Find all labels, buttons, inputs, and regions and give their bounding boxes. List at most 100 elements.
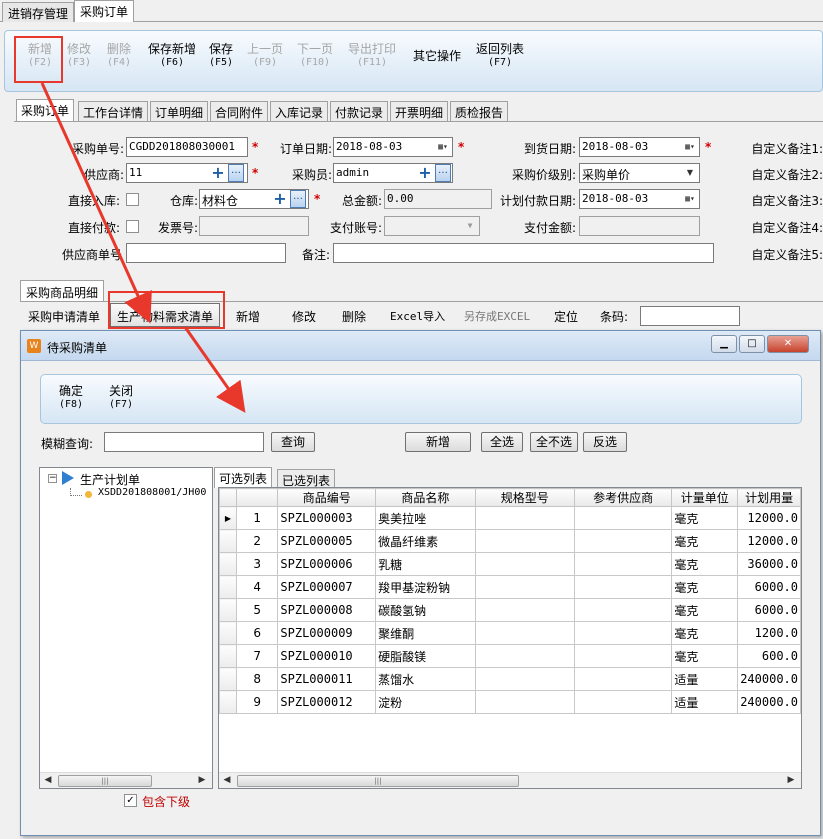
scroll-left-icon[interactable]: ◀ (42, 775, 54, 785)
scroll-right-icon[interactable]: ▶ (196, 775, 208, 785)
cell-name[interactable]: 硬脂酸镁 (375, 644, 476, 668)
table-row[interactable]: 2 SPZL000005 微晶纤维素 毫克 12000.0 (219, 529, 801, 553)
cell-code[interactable]: SPZL000003 (277, 506, 377, 530)
table-row[interactable]: 7 SPZL000010 硬脂酸镁 毫克 600.0 (219, 644, 801, 668)
supplier-order-field[interactable] (126, 243, 286, 263)
arrival-date-field[interactable]: 2018-08-03 ▦▾ (579, 137, 700, 157)
save-button[interactable]: 保存 (F5) (204, 43, 238, 69)
cell-name[interactable]: 聚维酮 (375, 621, 476, 645)
tab-purchase-order[interactable]: 采购订单 (16, 99, 75, 122)
cell-spec[interactable] (474, 506, 575, 530)
tab-invoice[interactable]: 开票明细 (390, 101, 449, 121)
cell-code[interactable]: SPZL000011 (277, 667, 377, 691)
browse-warehouse-icon[interactable]: … (290, 190, 306, 208)
scroll-thumb[interactable]: ||| (237, 775, 519, 787)
top-tab-purchase-order[interactable]: 采购订单 (74, 0, 135, 22)
cell-code[interactable]: SPZL000012 (277, 690, 377, 714)
cell-ref-supplier[interactable] (573, 529, 673, 553)
cell-plan-qty[interactable]: 36000.0 (737, 552, 801, 576)
cell-plan-qty[interactable]: 12000.0 (737, 529, 801, 553)
detail-delete-button[interactable]: 删除 (342, 308, 366, 325)
chevron-down-icon[interactable]: ▼ (462, 218, 478, 234)
cell-unit[interactable]: 适量 (671, 667, 739, 691)
back-to-list-button[interactable]: 返回列表 (F7) (471, 43, 529, 69)
table-row[interactable]: 3 SPZL000006 乳糖 毫克 36000.0 (219, 552, 801, 576)
cell-unit[interactable]: 毫克 (671, 552, 739, 576)
scroll-thumb[interactable]: ||| (58, 775, 152, 787)
tab-stock-in[interactable]: 入库记录 (270, 101, 329, 121)
row-index[interactable]: 1 (235, 506, 279, 530)
cell-unit[interactable]: 适量 (671, 690, 739, 714)
row-header[interactable] (219, 575, 237, 599)
tree-hscrollbar[interactable]: ◀ ||| ▶ (40, 772, 212, 788)
export-print-button[interactable]: 导出打印 (F11) (343, 43, 401, 69)
table-row[interactable]: 4 SPZL000007 羧甲基淀粉钠 毫克 6000.0 (219, 575, 801, 599)
row-index[interactable]: 2 (235, 529, 279, 553)
tab-payment[interactable]: 付款记录 (330, 101, 389, 121)
cell-ref-supplier[interactable] (573, 552, 673, 576)
order-date-field[interactable]: 2018-08-03 ▦▾ (333, 137, 453, 157)
tree-collapse-icon[interactable]: − (48, 474, 57, 483)
scroll-left-icon[interactable]: ◀ (221, 775, 233, 785)
row-header[interactable] (219, 552, 237, 576)
invert-selection-button[interactable]: 反选 (583, 432, 627, 452)
material-requirement-list-button[interactable]: 生产物料需求清单 (110, 303, 221, 327)
cell-code[interactable]: SPZL000007 (277, 575, 377, 599)
prev-page-button[interactable]: 上一页 (F9) (243, 43, 287, 69)
cell-plan-qty[interactable]: 600.0 (737, 644, 801, 668)
cell-spec[interactable] (474, 552, 575, 576)
save-new-button[interactable]: 保存新增 (F6) (143, 43, 201, 69)
add-warehouse-icon[interactable]: + (272, 190, 288, 208)
cell-spec[interactable] (474, 621, 575, 645)
cell-plan-qty[interactable]: 240000.0 (737, 690, 801, 714)
cell-spec[interactable] (474, 529, 575, 553)
row-header[interactable] (219, 667, 237, 691)
col-unit[interactable]: 计量单位 (671, 488, 739, 507)
close-button[interactable]: 关闭 (F7) (103, 385, 139, 411)
table-row[interactable]: ▶ 1 SPZL000003 奥美拉唑 毫克 12000.0 (219, 506, 801, 530)
include-sub-checkbox[interactable]: ✓ (124, 794, 137, 807)
row-index[interactable]: 6 (235, 621, 279, 645)
row-header[interactable]: ▶ (219, 506, 237, 530)
cell-ref-supplier[interactable] (573, 575, 673, 599)
minimize-icon[interactable]: ▁ (711, 335, 737, 353)
row-index[interactable]: 5 (235, 598, 279, 622)
cell-unit[interactable]: 毫克 (671, 598, 739, 622)
locate-button[interactable]: 定位 (554, 308, 578, 325)
cell-unit[interactable]: 毫克 (671, 644, 739, 668)
row-index[interactable]: 8 (235, 667, 279, 691)
maximize-icon[interactable]: □ (739, 335, 765, 353)
tab-workbench[interactable]: 工作台详情 (78, 101, 149, 121)
browse-supplier-icon[interactable]: … (228, 164, 244, 182)
top-tab-inventory[interactable]: 进销存管理 (2, 2, 75, 22)
query-button[interactable]: 查询 (271, 432, 315, 452)
detail-tab[interactable]: 采购商品明细 (20, 280, 105, 301)
row-header[interactable] (219, 598, 237, 622)
row-header[interactable] (219, 621, 237, 645)
cell-ref-supplier[interactable] (573, 690, 673, 714)
cell-name[interactable]: 淀粉 (375, 690, 476, 714)
cell-plan-qty[interactable]: 6000.0 (737, 575, 801, 599)
tree-child-plan[interactable]: XSDD201808001/JH00 (98, 487, 206, 498)
edit-button[interactable]: 修改 (F3) (62, 43, 96, 69)
delete-button[interactable]: 删除 (F4) (102, 43, 136, 69)
invoice-field[interactable] (199, 216, 309, 236)
calendar-dropdown-icon[interactable]: ▦▾ (682, 139, 698, 155)
cell-unit[interactable]: 毫克 (671, 529, 739, 553)
row-index[interactable]: 9 (235, 690, 279, 714)
detail-add-button[interactable]: 新增 (236, 308, 260, 325)
cell-name[interactable]: 乳糖 (375, 552, 476, 576)
cell-unit[interactable]: 毫克 (671, 575, 739, 599)
cell-name[interactable]: 羧甲基淀粉钠 (375, 575, 476, 599)
col-spec[interactable]: 规格型号 (474, 488, 575, 507)
detail-edit-button[interactable]: 修改 (292, 308, 316, 325)
col-plan-qty[interactable]: 计划用量 (737, 488, 801, 507)
select-all-button[interactable]: 全选 (481, 432, 523, 452)
tab-selected-list[interactable]: 已选列表 (277, 469, 336, 488)
grid-hscrollbar[interactable]: ◀ ||| ▶ (219, 772, 801, 788)
new-button[interactable]: 新增 (F2) (23, 43, 57, 69)
cell-name[interactable]: 奥美拉唑 (375, 506, 476, 530)
row-index[interactable]: 7 (235, 644, 279, 668)
table-row[interactable]: 5 SPZL000008 碳酸氢钠 毫克 6000.0 (219, 598, 801, 622)
cell-name[interactable]: 微晶纤维素 (375, 529, 476, 553)
